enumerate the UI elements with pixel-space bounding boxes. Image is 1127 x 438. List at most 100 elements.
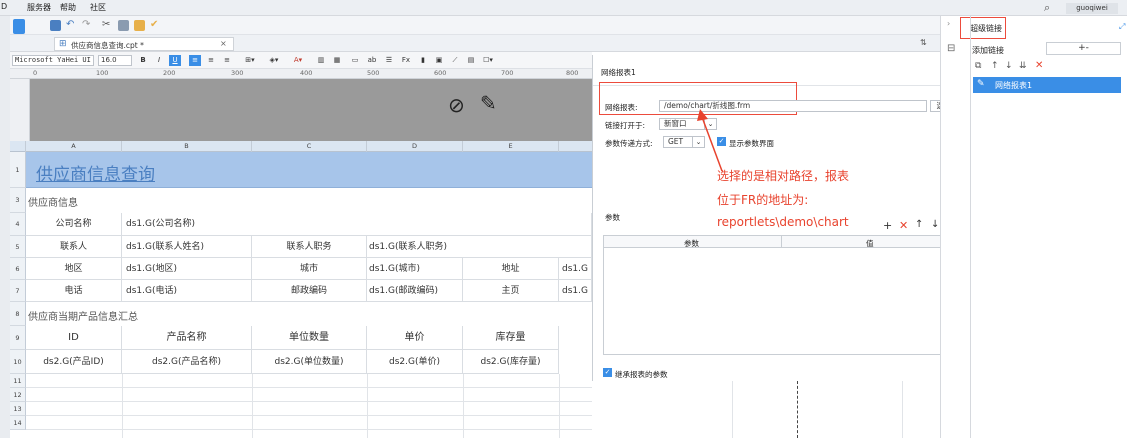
column-header-a[interactable]: A	[26, 141, 122, 152]
column-header-c[interactable]: C	[252, 141, 367, 152]
cut-icon[interactable]: ✂	[102, 20, 113, 31]
insert-rich-text-icon[interactable]: ☰	[383, 55, 395, 66]
split-icon[interactable]: ▦	[331, 55, 343, 66]
link-list-item[interactable]: ✎ 网络报表1	[973, 77, 1121, 93]
contact-value[interactable]: ds1.G(联系人姓名)	[122, 236, 252, 258]
table-value-cell[interactable]: ds2.G(产品ID)	[26, 350, 122, 374]
align-center-icon[interactable]: ≡	[205, 55, 217, 66]
move-up-icon[interactable]: ↑	[991, 61, 999, 71]
table-value-cell[interactable]: ds2.G(单位数量)	[252, 350, 367, 374]
insert-slash-icon[interactable]: ⟋	[449, 55, 461, 66]
parameter-canvas[interactable]: ⊘ ✎	[30, 79, 592, 141]
paste-icon[interactable]	[134, 20, 145, 31]
panel-icon[interactable]: ⊟	[947, 43, 955, 54]
underline-button[interactable]: U	[169, 55, 181, 66]
sort-icon[interactable]: ⇅	[920, 38, 927, 47]
address-value[interactable]: ds1.G	[559, 258, 592, 280]
company-label[interactable]: 公司名称	[26, 213, 122, 236]
font-color-icon[interactable]: A▾	[289, 55, 307, 66]
insert-float-icon[interactable]: ☐▾	[481, 55, 495, 66]
column-header-b[interactable]: B	[122, 141, 252, 152]
corner-cell[interactable]	[10, 141, 26, 152]
homepage-value[interactable]: ds1.G	[559, 280, 592, 302]
file-tab[interactable]: ⊞ 供应商信息查询.cpt * ×	[54, 37, 234, 51]
insert-text-icon[interactable]: ▭	[349, 55, 361, 66]
menu-community[interactable]: 社区	[90, 2, 106, 13]
font-family-select[interactable]: Microsoft YaHei UI	[12, 55, 94, 66]
zip-value[interactable]: ds1.G(邮政编码)	[367, 280, 463, 302]
insert-sub-report-icon[interactable]: ▤	[465, 55, 477, 66]
table-header-cell[interactable]: 产品名称	[122, 326, 252, 350]
table-value-cell[interactable]: ds2.G(单价)	[367, 350, 463, 374]
contact-label[interactable]: 联系人	[26, 236, 122, 258]
table-header-cell[interactable]: 单位数量	[252, 326, 367, 350]
search-icon[interactable]: ⌕	[1044, 1, 1050, 15]
row-header[interactable]: 1	[10, 152, 26, 188]
merge-icon[interactable]: ▥	[315, 55, 327, 66]
menu-server[interactable]: 服务器	[27, 2, 51, 13]
save-icon[interactable]	[50, 20, 61, 31]
table-header-cell[interactable]: 库存量	[463, 326, 559, 350]
edit-icon[interactable]: ✎	[480, 91, 497, 115]
column-header-e[interactable]: E	[463, 141, 559, 152]
row-header[interactable]: 8	[10, 302, 26, 326]
table-value-cell[interactable]: ds2.G(库存量)	[463, 350, 559, 374]
expand-icon[interactable]: ⤢	[1119, 22, 1125, 32]
hide-icon[interactable]: ⊘	[448, 93, 465, 117]
delete-icon[interactable]: ✕	[1035, 60, 1043, 71]
phone-value[interactable]: ds1.G(电话)	[122, 280, 252, 302]
row-header[interactable]: 9	[10, 326, 26, 350]
row-header[interactable]: 13	[10, 402, 26, 416]
address-label[interactable]: 地址	[463, 258, 559, 280]
chevron-right-icon[interactable]: ›	[947, 19, 950, 28]
border-icon[interactable]: ⊞▾	[241, 55, 259, 66]
company-value[interactable]: ds1.G(公司名称)	[122, 213, 592, 236]
row-header[interactable]: 3	[10, 188, 26, 213]
bold-button[interactable]: B	[137, 55, 149, 66]
contact-title-label[interactable]: 联系人职务	[252, 236, 367, 258]
region-label[interactable]: 地区	[26, 258, 122, 280]
undo-icon[interactable]: ↶	[66, 20, 77, 31]
move-down-icon[interactable]: ↓	[1005, 61, 1013, 71]
row-header[interactable]: 12	[10, 388, 26, 402]
format-painter-icon[interactable]: ✔	[150, 20, 161, 31]
insert-chart-icon[interactable]: ▮	[417, 55, 429, 66]
row-header[interactable]: 6	[10, 258, 26, 280]
contact-title-value[interactable]: ds1.G(联系人职务)	[367, 236, 592, 258]
move-up-icon[interactable]: ↑	[915, 219, 923, 230]
user-badge[interactable]: guoqiwei	[1066, 3, 1118, 14]
font-size-select[interactable]: 16.0	[98, 55, 132, 66]
table-header-cell[interactable]: 单价	[367, 326, 463, 350]
row-header[interactable]: 14	[10, 416, 26, 430]
menu-help[interactable]: 帮助	[60, 2, 76, 13]
fill-color-icon[interactable]: ◈▾	[265, 55, 283, 66]
phone-label[interactable]: 电话	[26, 280, 122, 302]
city-label[interactable]: 城市	[252, 258, 367, 280]
column-header-d[interactable]: D	[367, 141, 463, 152]
insert-formula-icon[interactable]: Fx	[399, 55, 413, 66]
insert-label-icon[interactable]: ab	[365, 55, 379, 66]
table-value-cell[interactable]: ds2.G(产品名称)	[122, 350, 252, 374]
redo-icon[interactable]: ↷	[82, 20, 93, 31]
row-header[interactable]: 7	[10, 280, 26, 302]
zip-label[interactable]: 邮政编码	[252, 280, 367, 302]
align-left-icon[interactable]: ≡	[189, 55, 201, 66]
copy-icon[interactable]	[118, 20, 129, 31]
insert-image-icon[interactable]: ▣	[433, 55, 445, 66]
copy-icon[interactable]: ⧉	[975, 61, 981, 71]
move-down-icon[interactable]: ↓	[931, 219, 939, 230]
title-row[interactable]: 供应商信息查询	[26, 152, 592, 188]
row-header[interactable]: 11	[10, 374, 26, 388]
align-right-icon[interactable]: ≡	[221, 55, 233, 66]
region-value[interactable]: ds1.G(地区)	[122, 258, 252, 280]
table-header-cell[interactable]: ID	[26, 326, 122, 350]
row-header[interactable]: 10	[10, 350, 26, 374]
sort-icon[interactable]: ⇊	[1019, 61, 1027, 71]
inherit-params-checkbox[interactable]: ✓	[603, 368, 612, 377]
homepage-label[interactable]: 主页	[463, 280, 559, 302]
delete-param-icon[interactable]: ✕	[899, 219, 908, 232]
row-header[interactable]: 5	[10, 236, 26, 258]
add-link-dropdown[interactable]: +-	[1046, 42, 1121, 55]
close-tab-icon[interactable]: ×	[220, 39, 227, 48]
row-header[interactable]: 4	[10, 213, 26, 236]
